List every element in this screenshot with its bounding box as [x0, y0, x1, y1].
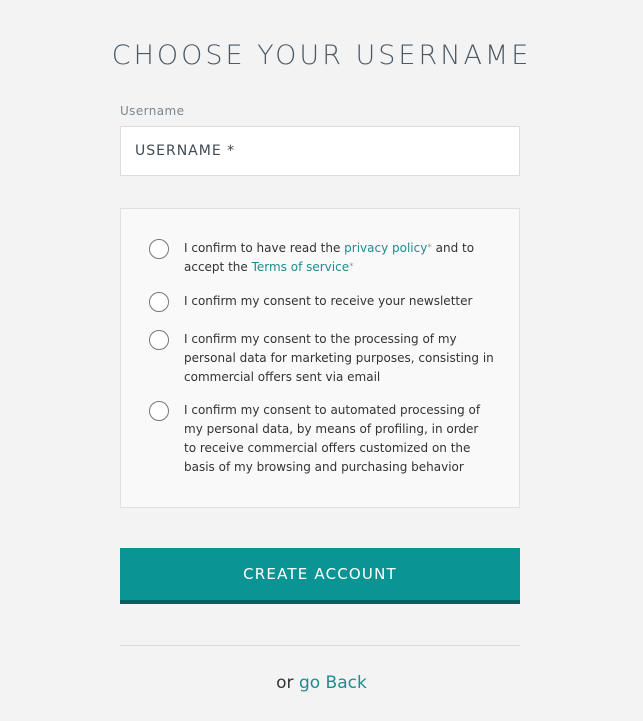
terms-of-service-link[interactable]: Terms of service — [252, 260, 350, 274]
radio-privacy-icon[interactable] — [149, 239, 169, 259]
divider — [120, 645, 520, 646]
consent-item-newsletter: I confirm my consent to receive your new… — [149, 292, 494, 312]
radio-marketing-icon[interactable] — [149, 330, 169, 350]
page-title: CHOOSE YOUR USERNAME — [111, 40, 532, 71]
consent-text-newsletter: I confirm my consent to receive your new… — [184, 294, 473, 308]
consent-item-profiling: I confirm my consent to automated proces… — [149, 401, 494, 477]
consent-text-privacy: I confirm to have read the privacy polic… — [184, 239, 494, 277]
consent-item-privacy: I confirm to have read the privacy polic… — [149, 239, 494, 277]
create-account-button[interactable]: CREATE ACCOUNT — [120, 548, 520, 604]
radio-newsletter-icon[interactable] — [149, 292, 169, 312]
privacy-policy-link[interactable]: privacy policy — [344, 241, 427, 255]
consent-box: I confirm to have read the privacy polic… — [120, 208, 520, 508]
or-text: or — [276, 673, 294, 693]
privacy-prefix-text: I confirm to have read the — [184, 241, 345, 255]
required-mark: * — [349, 262, 354, 272]
back-line: or go Back — [0, 673, 643, 693]
radio-profiling-icon[interactable] — [149, 401, 169, 421]
username-input[interactable] — [120, 126, 520, 176]
consent-text-profiling: I confirm my consent to automated proces… — [184, 403, 481, 474]
go-back-link[interactable]: go Back — [299, 673, 367, 693]
consent-item-marketing: I confirm my consent to the processing o… — [149, 330, 494, 387]
consent-text-marketing: I confirm my consent to the processing o… — [184, 332, 494, 384]
username-label: Username — [120, 104, 185, 118]
